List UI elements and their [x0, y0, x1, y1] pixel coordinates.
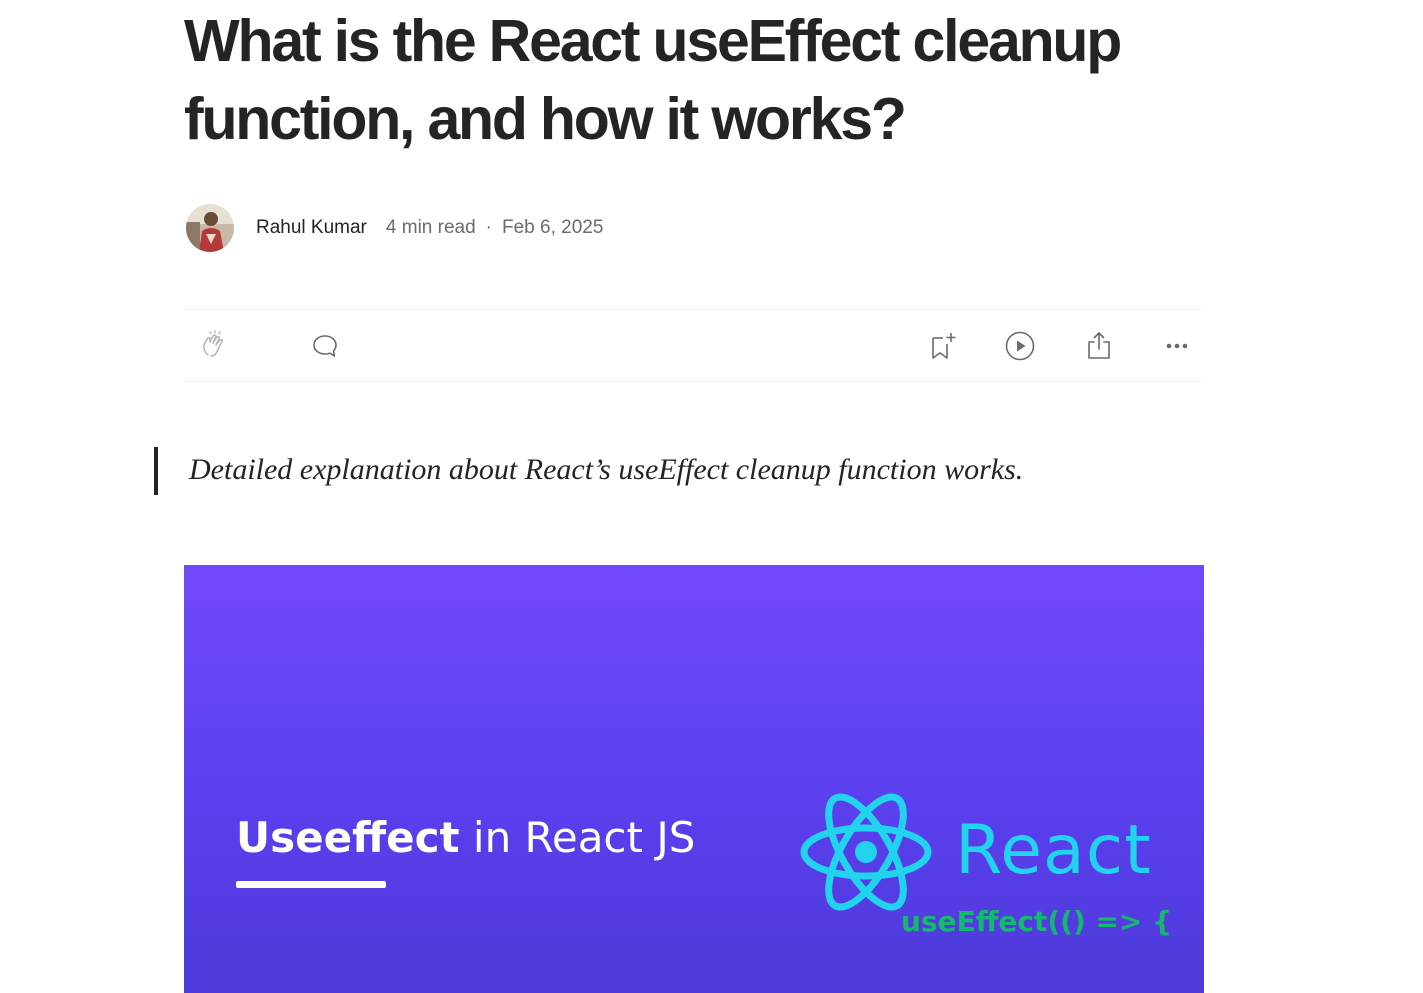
publish-date: Feb 6, 2025 — [502, 217, 604, 238]
article-title: What is the React useEffect cleanup func… — [184, 8, 1122, 152]
hero-headline-rest: in React JS — [459, 813, 696, 862]
hero-code-text: useEffect(() => { — [901, 905, 1173, 938]
play-icon[interactable] — [1004, 330, 1036, 362]
comment-icon[interactable] — [309, 330, 341, 362]
react-logo-text: React — [955, 811, 1152, 890]
hero-headline: Useeffect in React JS — [236, 813, 695, 862]
read-time: 4 min read — [385, 217, 476, 238]
article-subtitle: Detailed explanation about React’s useEf… — [189, 453, 1024, 486]
quote-bar — [154, 447, 158, 495]
react-logo-icon — [800, 793, 932, 911]
hero-headline-bold: Useeffect — [236, 813, 460, 862]
meta-separator: · — [485, 217, 492, 238]
author-avatar[interactable] — [186, 204, 234, 252]
more-icon[interactable] — [1161, 330, 1193, 362]
clap-icon[interactable] — [198, 330, 230, 362]
share-icon[interactable] — [1083, 330, 1115, 362]
author-name[interactable]: Rahul Kumar — [256, 217, 367, 239]
article-action-bar — [184, 309, 1204, 382]
hero-underline — [236, 881, 386, 888]
bookmark-add-icon[interactable] — [927, 330, 959, 362]
hero-image: Useeffect in React JS React useEffect(()… — [184, 565, 1204, 993]
byline: Rahul Kumar 4 min read · Feb 6, 2025 — [186, 203, 603, 253]
